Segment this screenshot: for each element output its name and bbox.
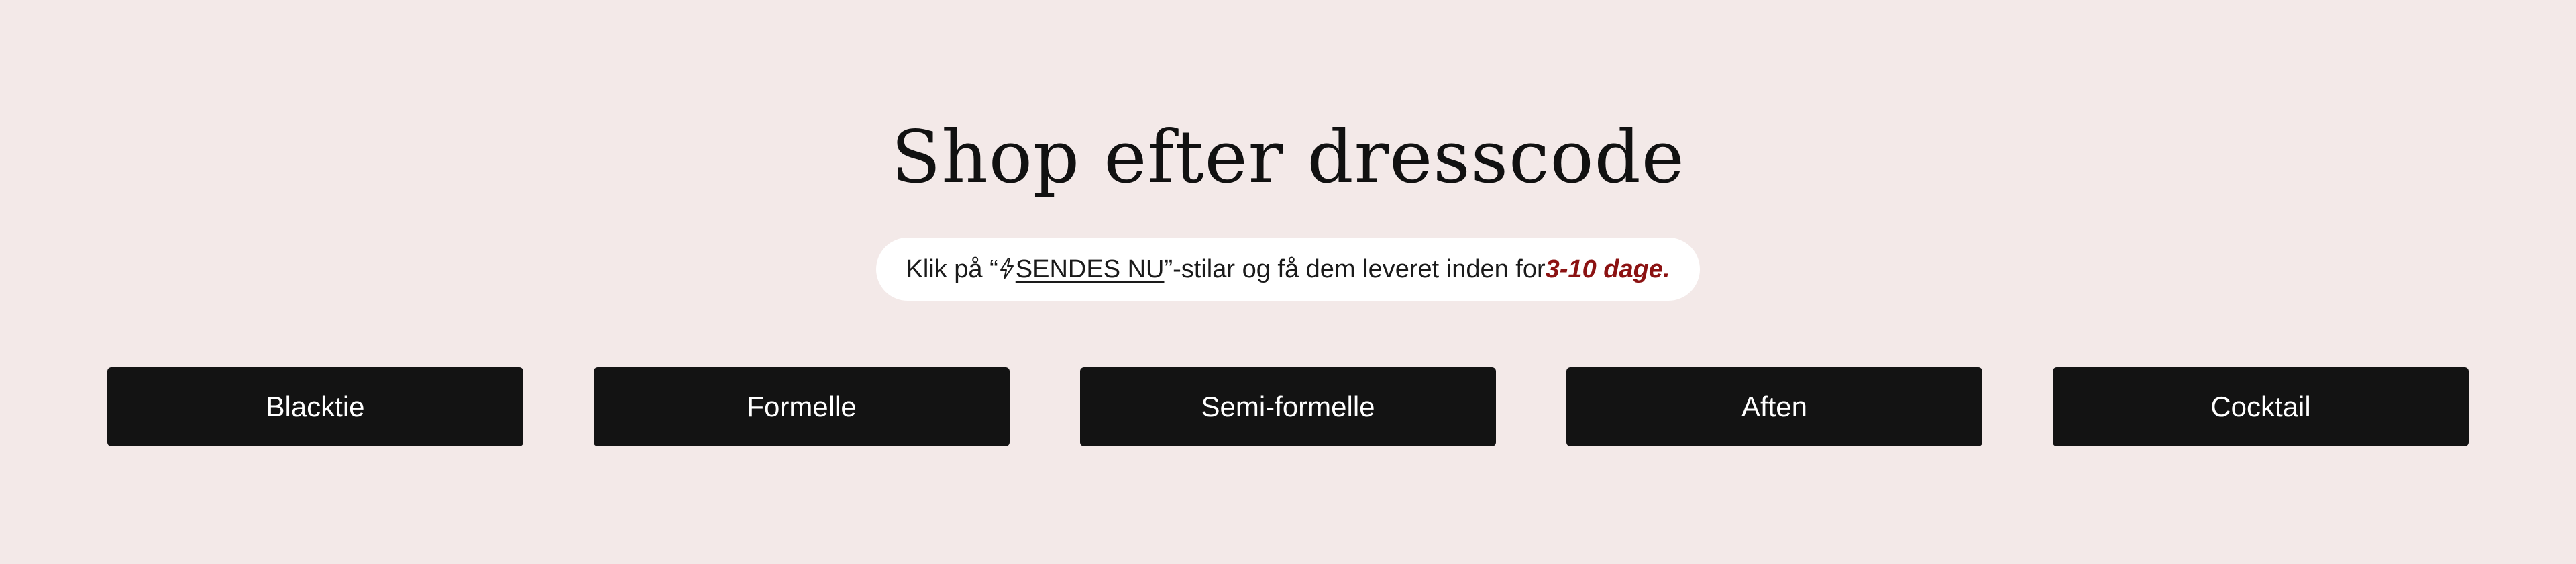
cocktail-button[interactable]: Cocktail: [2053, 367, 2469, 446]
sendes-nu-link[interactable]: SENDES NU: [998, 254, 1165, 284]
semi-formelle-button[interactable]: Semi-formelle: [1080, 367, 1496, 446]
sendes-nu-link-label: SENDES NU: [1015, 254, 1165, 283]
dresscode-buttons: Blacktie Formelle Semi-formelle Aften Co…: [107, 367, 2469, 446]
semi-formelle-button-label: Semi-formelle: [1201, 391, 1375, 422]
lightning-icon: [1000, 257, 1014, 279]
notice-prefix: Klik på “: [906, 254, 998, 283]
section-title: Shop efter dresscode: [891, 115, 1685, 199]
aften-button-label: Aften: [1741, 391, 1808, 422]
dresscode-section: Shop efter dresscode Klik på “ SENDES NU…: [0, 0, 2576, 564]
blacktie-button-label: Blacktie: [266, 391, 365, 422]
shipping-notice: Klik på “ SENDES NU ”-stilar og få dem l…: [876, 238, 1700, 301]
blacktie-button[interactable]: Blacktie: [107, 367, 523, 446]
aften-button[interactable]: Aften: [1566, 367, 1982, 446]
notice-suffix: .: [1662, 254, 1670, 283]
cocktail-button-label: Cocktail: [2210, 391, 2311, 422]
notice-middle: ”-stilar og få dem leveret inden for: [1164, 254, 1546, 283]
delivery-days-highlight: 3-10 dage: [1545, 254, 1663, 283]
notice-wrapper: Klik på “ SENDES NU ”-stilar og få dem l…: [0, 238, 2576, 301]
formelle-button[interactable]: Formelle: [594, 367, 1010, 446]
formelle-button-label: Formelle: [747, 391, 857, 422]
